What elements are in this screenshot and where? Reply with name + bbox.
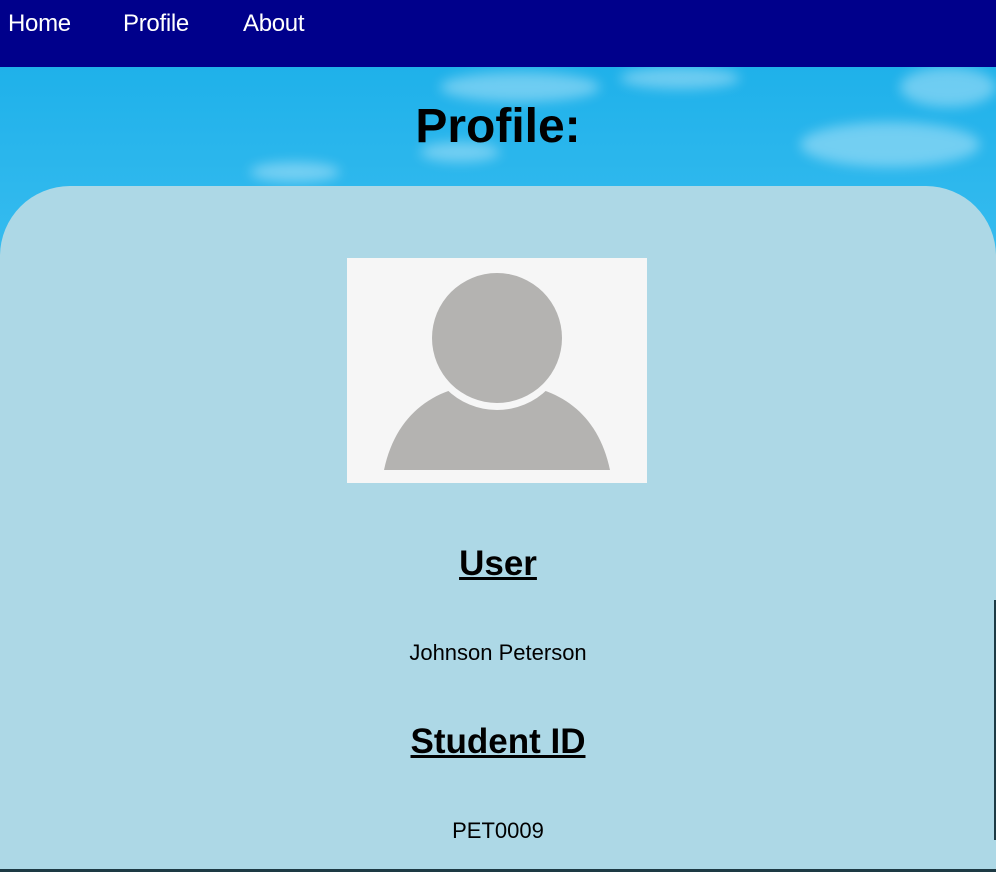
user-heading: User (459, 544, 537, 583)
student-id-value: PET0009 (452, 818, 544, 843)
avatar (347, 258, 647, 483)
page-title: Profile: (415, 100, 581, 153)
cloud-decoration (620, 67, 740, 89)
cloud-decoration (440, 72, 600, 102)
nav-home-link[interactable]: Home (8, 10, 71, 38)
user-silhouette-icon (384, 266, 610, 470)
student-id-heading: Student ID (410, 722, 586, 761)
nav-profile-link[interactable]: Profile (123, 10, 189, 38)
user-name-value: Johnson Peterson (409, 640, 587, 665)
top-navbar: Home Profile About (0, 0, 996, 67)
nav-about-link[interactable]: About (243, 10, 305, 38)
cloud-decoration (250, 162, 340, 182)
